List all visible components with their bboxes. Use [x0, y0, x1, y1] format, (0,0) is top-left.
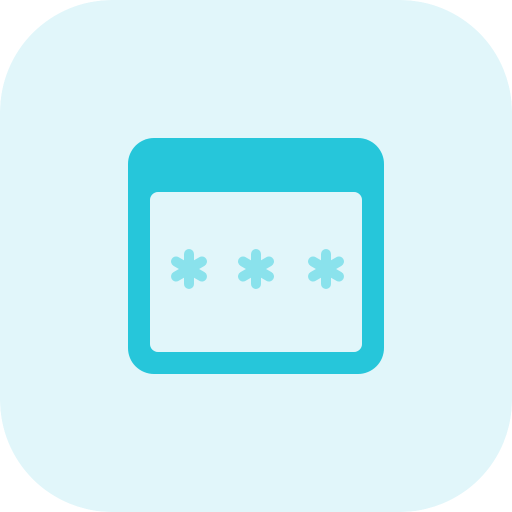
app-icon-tile: [0, 0, 512, 512]
asterisk-icon: [238, 249, 274, 289]
asterisk-icon: [171, 249, 207, 289]
asterisk-icon: [308, 249, 344, 289]
password-window-icon: [0, 0, 512, 512]
